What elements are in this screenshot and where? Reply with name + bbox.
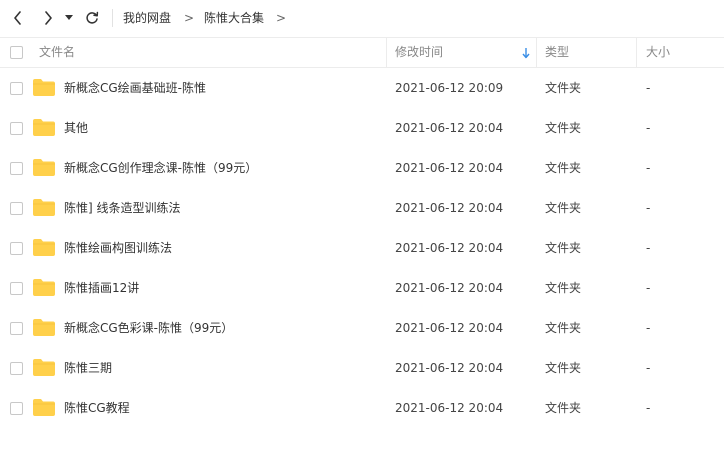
file-size: - — [646, 201, 651, 215]
table-row[interactable]: 其他 2021-06-12 20:04 文件夹 - — [0, 108, 724, 148]
file-name[interactable]: 新概念CG创作理念课-陈惟（99元） — [64, 160, 257, 176]
breadcrumb-separator: > — [276, 11, 287, 25]
file-size: - — [646, 121, 651, 135]
row-checkbox[interactable] — [10, 162, 23, 175]
back-button[interactable] — [8, 8, 28, 28]
file-name[interactable]: 陈惟插画12讲 — [64, 280, 139, 296]
column-header-modified[interactable]: 修改时间 — [395, 38, 443, 67]
file-name[interactable]: 新概念CG色彩课-陈惟（99元） — [64, 320, 233, 336]
navigation-bar: 我的网盘 > 陈惟大合集 > — [0, 0, 724, 36]
folder-icon — [33, 279, 55, 296]
file-size: - — [646, 161, 651, 175]
column-divider[interactable] — [386, 38, 387, 67]
refresh-button[interactable] — [82, 8, 102, 28]
file-modified: 2021-06-12 20:04 — [395, 161, 504, 175]
breadcrumb-root[interactable]: 我的网盘 — [123, 10, 171, 26]
row-checkbox[interactable] — [10, 402, 23, 415]
nav-divider — [112, 9, 113, 27]
table-row[interactable]: 陈惟三期 2021-06-12 20:04 文件夹 - — [0, 348, 724, 388]
folder-icon — [33, 319, 55, 336]
sort-down-arrow-icon[interactable] — [521, 47, 531, 59]
table-row[interactable]: 陈惟绘画构图训练法 2021-06-12 20:04 文件夹 - — [0, 228, 724, 268]
row-checkbox[interactable] — [10, 242, 23, 255]
file-modified: 2021-06-12 20:09 — [395, 81, 504, 95]
file-size: - — [646, 81, 651, 95]
file-type: 文件夹 — [545, 281, 582, 295]
folder-icon — [33, 239, 55, 256]
file-name[interactable]: 陈惟三期 — [64, 360, 112, 376]
caret-down-icon — [65, 15, 73, 20]
file-modified: 2021-06-12 20:04 — [395, 361, 504, 375]
table-row[interactable]: 陈惟] 线条造型训练法 2021-06-12 20:04 文件夹 - — [0, 188, 724, 228]
file-modified: 2021-06-12 20:04 — [395, 281, 504, 295]
file-modified: 2021-06-12 20:04 — [395, 201, 504, 215]
breadcrumb-separator: > — [184, 11, 195, 25]
file-type: 文件夹 — [545, 201, 582, 215]
file-type: 文件夹 — [545, 321, 582, 335]
column-header-size[interactable]: 大小 — [646, 38, 670, 67]
chevron-right-icon — [45, 11, 52, 25]
forward-button[interactable] — [38, 8, 58, 28]
column-header-name[interactable]: 文件名 — [39, 38, 75, 67]
file-modified: 2021-06-12 20:04 — [395, 241, 504, 255]
table-row[interactable]: 新概念CG色彩课-陈惟（99元） 2021-06-12 20:04 文件夹 - — [0, 308, 724, 348]
file-modified: 2021-06-12 20:04 — [395, 121, 504, 135]
file-size: - — [646, 241, 651, 255]
column-header-type[interactable]: 类型 — [545, 38, 569, 67]
file-name[interactable]: 陈惟] 线条造型训练法 — [64, 200, 181, 216]
row-checkbox[interactable] — [10, 122, 23, 135]
row-checkbox[interactable] — [10, 322, 23, 335]
file-size: - — [646, 321, 651, 335]
file-list-header: 文件名 修改时间 类型 大小 — [0, 37, 724, 68]
folder-icon — [33, 119, 55, 136]
column-divider[interactable] — [636, 38, 637, 67]
breadcrumb-current[interactable]: 陈惟大合集 — [204, 10, 264, 26]
folder-icon — [33, 79, 55, 96]
folder-icon — [33, 399, 55, 416]
file-type: 文件夹 — [545, 161, 582, 175]
file-size: - — [646, 281, 651, 295]
file-type: 文件夹 — [545, 241, 582, 255]
file-type: 文件夹 — [545, 361, 582, 375]
column-divider[interactable] — [536, 38, 537, 67]
file-modified: 2021-06-12 20:04 — [395, 321, 504, 335]
file-type: 文件夹 — [545, 81, 582, 95]
row-checkbox[interactable] — [10, 362, 23, 375]
file-name[interactable]: 新概念CG绘画基础班-陈惟 — [64, 80, 206, 96]
file-size: - — [646, 401, 651, 415]
folder-icon — [33, 159, 55, 176]
file-modified: 2021-06-12 20:04 — [395, 401, 504, 415]
file-size: - — [646, 361, 651, 375]
table-row[interactable]: 新概念CG绘画基础班-陈惟 2021-06-12 20:09 文件夹 - — [0, 68, 724, 108]
table-row[interactable]: 陈惟CG教程 2021-06-12 20:04 文件夹 - — [0, 388, 724, 428]
table-row[interactable]: 新概念CG创作理念课-陈惟（99元） 2021-06-12 20:04 文件夹 … — [0, 148, 724, 188]
folder-icon — [33, 199, 55, 216]
folder-icon — [33, 359, 55, 376]
file-name[interactable]: 其他 — [64, 120, 88, 136]
select-all-checkbox[interactable] — [10, 46, 23, 59]
row-checkbox[interactable] — [10, 282, 23, 295]
file-type: 文件夹 — [545, 121, 582, 135]
history-dropdown-button[interactable] — [62, 8, 76, 28]
row-checkbox[interactable] — [10, 202, 23, 215]
file-name[interactable]: 陈惟CG教程 — [64, 400, 130, 416]
chevron-left-icon — [14, 11, 21, 25]
table-row[interactable]: 陈惟插画12讲 2021-06-12 20:04 文件夹 - — [0, 268, 724, 308]
row-checkbox[interactable] — [10, 82, 23, 95]
refresh-icon — [86, 11, 99, 24]
file-name[interactable]: 陈惟绘画构图训练法 — [64, 240, 172, 256]
file-type: 文件夹 — [545, 401, 582, 415]
